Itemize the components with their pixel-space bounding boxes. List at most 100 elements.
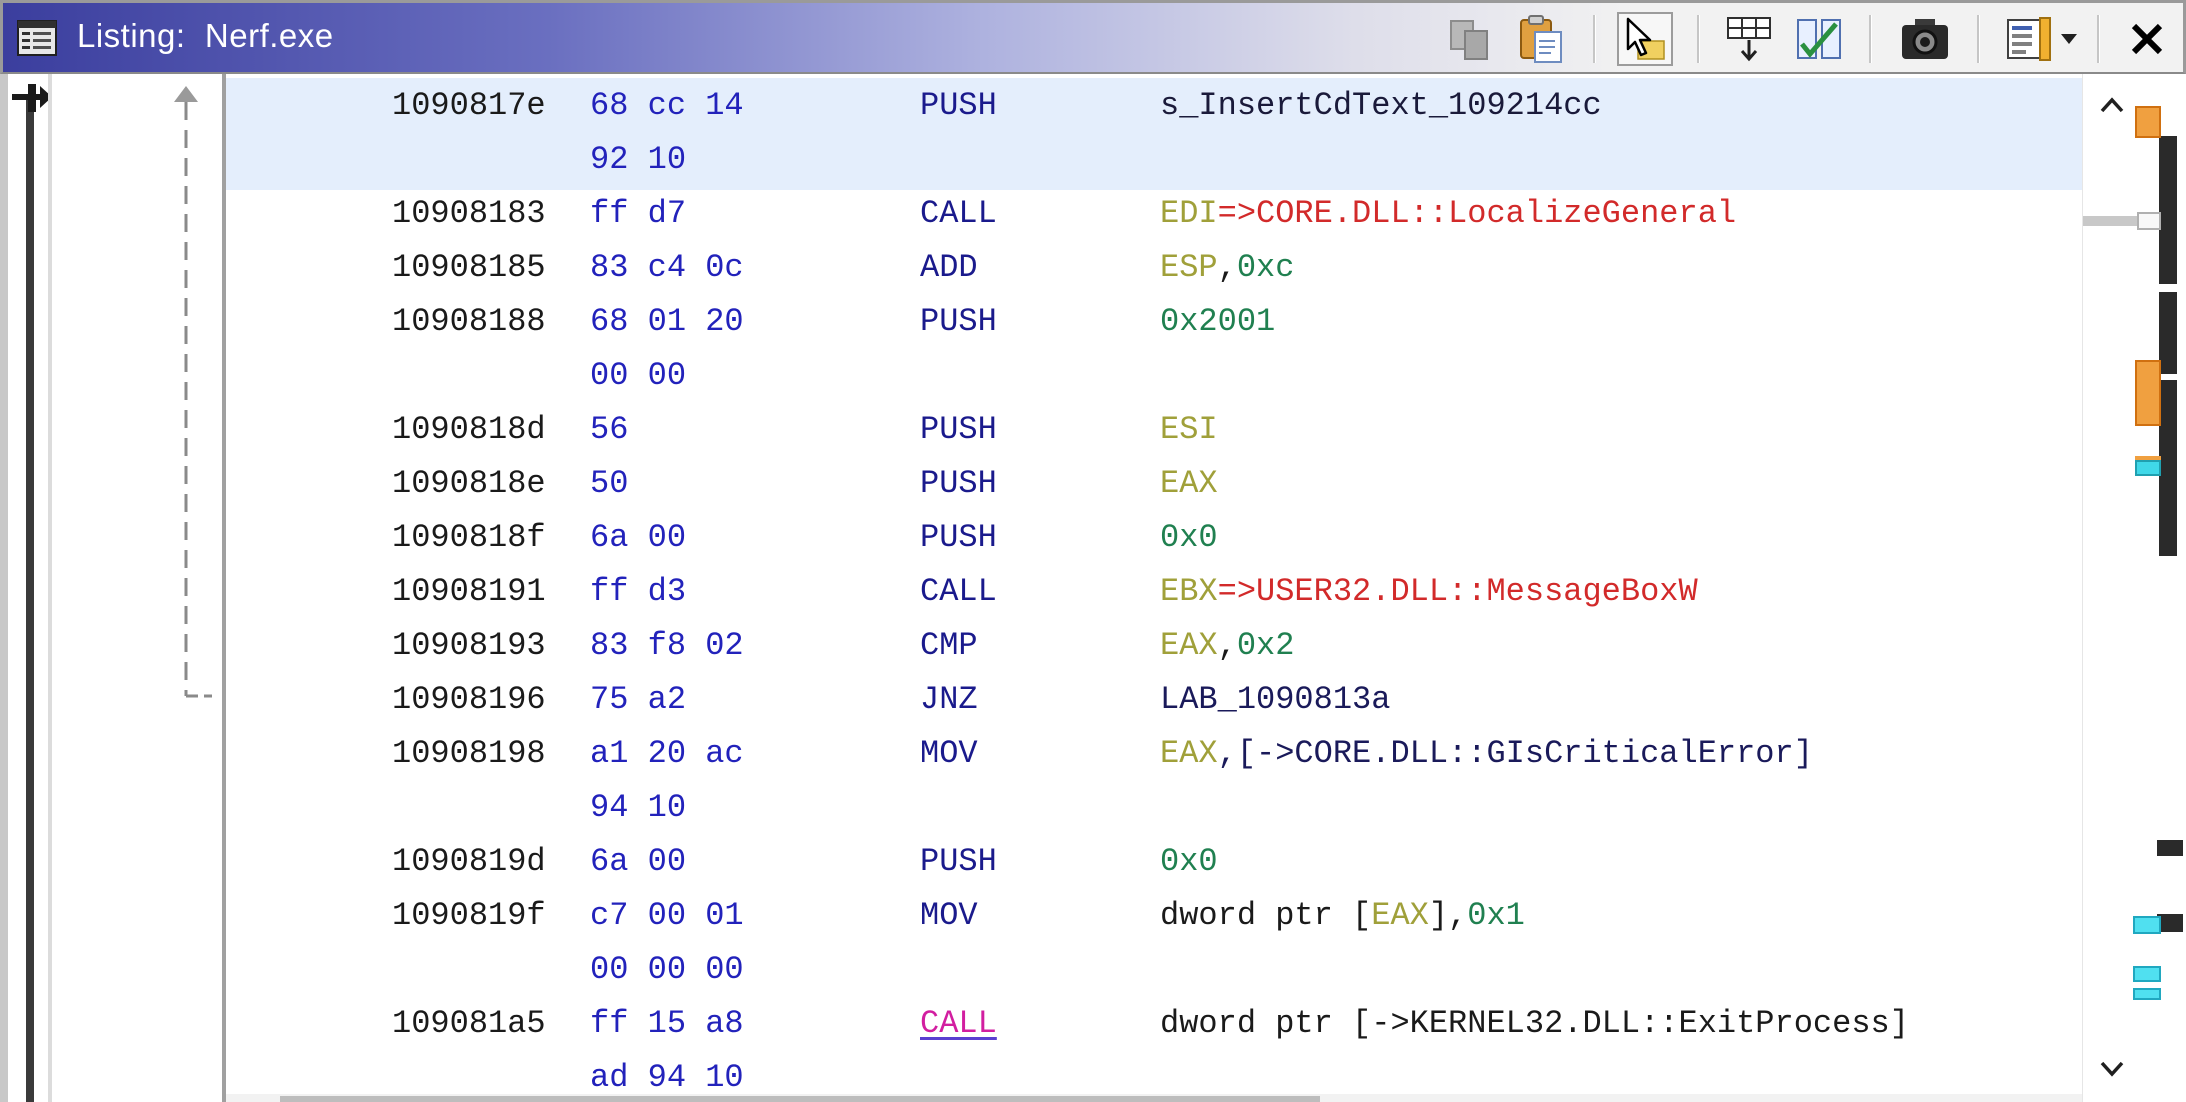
operand-text[interactable]: , <box>1218 627 1237 664</box>
listing-row[interactable]: 1090818e 50 PUSH EAX <box>226 457 2082 511</box>
operand-register[interactable]: ESP <box>1160 249 1218 286</box>
operand-text[interactable]: dword ptr [ <box>1160 897 1371 934</box>
operand-external-reference[interactable]: =>USER32.DLL::MessageBoxW <box>1218 573 1698 610</box>
bytes[interactable]: 56 <box>590 403 628 457</box>
display-options-button[interactable] <box>2001 12 2057 66</box>
overview-data-marker[interactable] <box>2135 106 2161 138</box>
listing-row[interactable]: 10908191 ff d3 CALL EBX=>USER32.DLL::Messag… <box>226 565 2082 619</box>
mnemonic[interactable]: MOV <box>920 889 978 943</box>
operand-number[interactable]: 0xc <box>1237 249 1295 286</box>
operands[interactable]: 0x0 <box>1160 835 1218 889</box>
operands[interactable]: dword ptr [EAX],0x1 <box>1160 889 1525 943</box>
mnemonic[interactable]: PUSH <box>920 511 997 565</box>
bytes[interactable]: ff d3 <box>590 565 686 619</box>
horizontal-scrollbar-thumb[interactable] <box>280 1096 1320 1102</box>
listing-row[interactable]: 10908198 a1 20 ac MOV EAX,[->CORE.DLL::GIsC… <box>226 727 2082 781</box>
listing-row-continuation[interactable]: 94 10 <box>226 781 2082 835</box>
chevron-up-icon[interactable] <box>2099 96 2125 114</box>
operands[interactable]: EAX <box>1160 457 1218 511</box>
listing-row[interactable]: 10908183 ff d7 CALL EDI=>CORE.DLL::Localize… <box>226 187 2082 241</box>
mnemonic[interactable]: PUSH <box>920 457 997 511</box>
operands[interactable]: EAX,[->CORE.DLL::GIsCriticalError] <box>1160 727 1813 781</box>
overview-highlight-marker[interactable] <box>2135 460 2161 476</box>
snapshot-button[interactable] <box>1897 12 1953 66</box>
mnemonic[interactable]: PUSH <box>920 835 997 889</box>
mnemonic[interactable]: CMP <box>920 619 978 673</box>
listing-row[interactable]: 10908193 83 f8 02 CMP EAX,0x2 <box>226 619 2082 673</box>
bytes[interactable]: 83 f8 02 <box>590 619 744 673</box>
overview-cursor-marker[interactable] <box>2137 212 2161 230</box>
mnemonic[interactable]: CALL <box>920 187 997 241</box>
address[interactable]: 10908191 <box>392 565 546 619</box>
operand-label[interactable]: LAB_1090813a <box>1160 681 1390 718</box>
listing-row-continuation[interactable]: 00 00 <box>226 349 2082 403</box>
operand-text[interactable]: ], <box>1429 897 1467 934</box>
bytes[interactable]: 83 c4 0c <box>590 241 744 295</box>
address[interactable]: 10908183 <box>392 187 546 241</box>
operands[interactable]: EAX,0x2 <box>1160 619 1294 673</box>
operand-register[interactable]: EAX <box>1160 465 1218 502</box>
bytes[interactable]: 94 10 <box>590 781 686 835</box>
operands[interactable]: LAB_1090813a <box>1160 673 1390 727</box>
chevron-down-icon[interactable] <box>2099 1060 2125 1078</box>
listing-row[interactable]: 1090819d 6a 00 PUSH 0x0 <box>226 835 2082 889</box>
operand-register[interactable]: EAX <box>1160 735 1218 772</box>
operand-number[interactable]: 0x1 <box>1467 897 1525 934</box>
address[interactable]: 10908185 <box>392 241 546 295</box>
address[interactable]: 10908196 <box>392 673 546 727</box>
operand-number[interactable]: 0x0 <box>1160 843 1218 880</box>
listing-row[interactable]: 10908196 75 a2 JNZ LAB_1090813a <box>226 673 2082 727</box>
mnemonic[interactable]: PUSH <box>920 295 997 349</box>
address[interactable]: 109081a5 <box>392 997 546 1051</box>
operands[interactable]: 0x2001 <box>1160 295 1275 349</box>
bytes[interactable]: 92 10 <box>590 133 686 187</box>
operand-external-reference[interactable]: =>CORE.DLL::LocalizeGeneral <box>1218 195 1736 232</box>
mnemonic[interactable]: MOV <box>920 727 978 781</box>
address[interactable]: 10908193 <box>392 619 546 673</box>
bytes[interactable]: 68 01 20 <box>590 295 744 349</box>
operands[interactable]: dword ptr [->KERNEL32.DLL::ExitProcess] <box>1160 997 1909 1051</box>
operands[interactable]: 0x0 <box>1160 511 1218 565</box>
bytes[interactable]: 00 00 00 <box>590 943 744 997</box>
listing-row[interactable]: 1090818d 56 PUSH ESI <box>226 403 2082 457</box>
bytes[interactable]: ff 15 a8 <box>590 997 744 1051</box>
navigation-marker-bar[interactable] <box>26 96 34 1102</box>
operands[interactable]: ESP,0xc <box>1160 241 1294 295</box>
operand-number[interactable]: 0x0 <box>1160 519 1218 556</box>
listing-row[interactable]: 10908188 68 01 20 PUSH 0x2001 <box>226 295 2082 349</box>
operand-register[interactable]: EAX <box>1371 897 1429 934</box>
operand-label[interactable]: ,[->CORE.DLL::GIsCriticalError] <box>1218 735 1813 772</box>
operands[interactable]: ESI <box>1160 403 1218 457</box>
diff-view-button[interactable] <box>1791 12 1847 66</box>
operand-register[interactable]: EAX <box>1160 627 1218 664</box>
overview-highlight-marker[interactable] <box>2133 916 2161 934</box>
operands[interactable]: s_InsertCdText_109214cc <box>1160 79 1602 133</box>
address[interactable]: 1090818e <box>392 457 546 511</box>
listing-row[interactable]: 1090818f 6a 00 PUSH 0x0 <box>226 511 2082 565</box>
operand-text[interactable]: , <box>1218 249 1237 286</box>
mnemonic[interactable]: ADD <box>920 241 978 295</box>
operand-number[interactable]: 0x2001 <box>1160 303 1275 340</box>
bytes[interactable]: 00 00 <box>590 349 686 403</box>
operand-register[interactable]: EDI <box>1160 195 1218 232</box>
operands[interactable]: EBX=>USER32.DLL::MessageBoxW <box>1160 565 1698 619</box>
copy-button[interactable] <box>1443 12 1499 66</box>
operand-register[interactable]: EBX <box>1160 573 1218 610</box>
bytes[interactable]: a1 20 ac <box>590 727 744 781</box>
field-header-button[interactable] <box>1721 12 1777 66</box>
address[interactable]: 10908198 <box>392 727 546 781</box>
operand-text[interactable]: dword ptr [->KERNEL32.DLL::ExitProcess] <box>1160 1005 1909 1042</box>
address[interactable]: 1090819d <box>392 835 546 889</box>
listing-row[interactable]: 1090819f c7 00 01 MOV dword ptr [EAX],0x1 <box>226 889 2082 943</box>
bytes[interactable]: c7 00 01 <box>590 889 744 943</box>
overview-highlight-marker[interactable] <box>2133 966 2161 982</box>
mnemonic[interactable]: JNZ <box>920 673 978 727</box>
mnemonic[interactable]: PUSH <box>920 79 997 133</box>
display-options-menu-button[interactable] <box>2053 12 2085 66</box>
mnemonic[interactable]: PUSH <box>920 403 997 457</box>
listing-row-continuation[interactable]: 00 00 00 <box>226 943 2082 997</box>
paste-button[interactable] <box>1513 12 1569 66</box>
operand-register[interactable]: ESI <box>1160 411 1218 448</box>
address[interactable]: 1090817e <box>392 79 546 133</box>
overview-data-marker[interactable] <box>2135 360 2161 426</box>
